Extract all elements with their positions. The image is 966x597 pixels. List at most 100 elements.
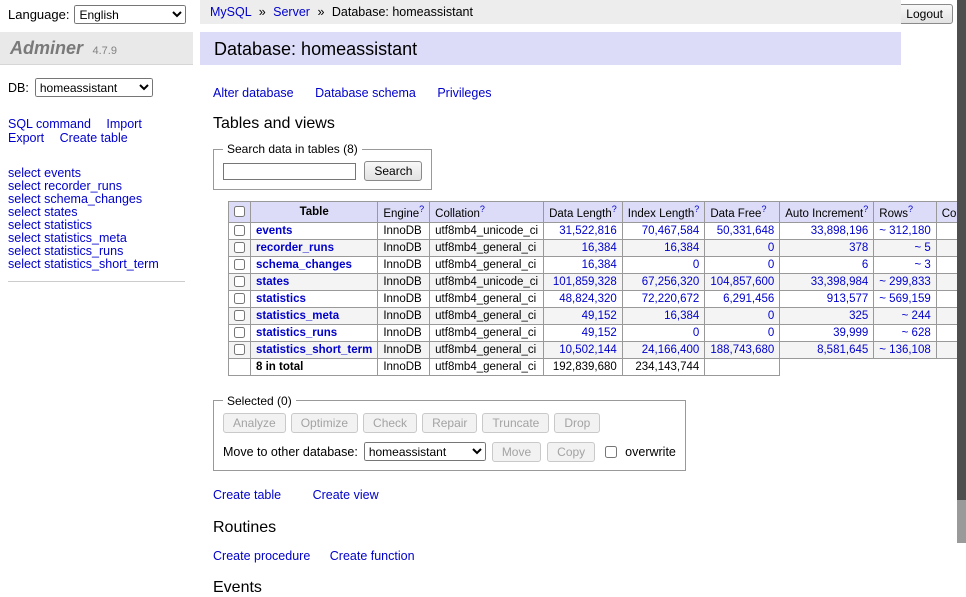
scrollbar[interactable]	[957, 0, 966, 543]
table-row: statistics_meta InnoDB utf8mb4_general_c…	[229, 307, 966, 324]
data-free-link[interactable]: 0	[768, 327, 774, 339]
rows-link[interactable]: ~ 312,180	[879, 225, 930, 237]
select-all-checkbox[interactable]	[234, 206, 245, 217]
repair-button[interactable]: Repair	[422, 413, 477, 433]
index-length-link[interactable]: 16,384	[664, 242, 699, 254]
data-length-link[interactable]: 49,152	[582, 310, 617, 322]
language-select[interactable]: English	[74, 5, 186, 24]
rows-link[interactable]: ~ 5	[914, 242, 930, 254]
rows-link[interactable]: ~ 3	[914, 259, 930, 271]
link-alter-database[interactable]: Alter database	[213, 86, 294, 100]
help-link[interactable]: ?	[694, 204, 699, 214]
data-length-link[interactable]: 31,522,816	[559, 225, 617, 237]
drop-button[interactable]: Drop	[554, 413, 600, 433]
overwrite-checkbox[interactable]	[605, 446, 617, 458]
row-checkbox[interactable]	[234, 225, 245, 236]
index-length-link[interactable]: 67,256,320	[642, 276, 700, 288]
auto-increment-link[interactable]: 33,398,984	[811, 276, 869, 288]
logout-button[interactable]: Logout	[896, 4, 953, 24]
index-length-link[interactable]: 16,384	[664, 310, 699, 322]
section-title-tables: Tables and views	[213, 115, 901, 133]
rows-link[interactable]: ~ 299,833	[879, 276, 930, 288]
data-length-link[interactable]: 16,384	[582, 259, 617, 271]
auto-increment-link[interactable]: 33,898,196	[811, 225, 869, 237]
optimize-button[interactable]: Optimize	[291, 413, 358, 433]
help-link[interactable]: ?	[761, 204, 766, 214]
move-db-select[interactable]: homeassistant	[364, 442, 486, 461]
row-checkbox[interactable]	[234, 327, 245, 338]
search-input[interactable]	[223, 163, 356, 180]
row-checkbox[interactable]	[234, 310, 245, 321]
data-length-link[interactable]: 49,152	[582, 327, 617, 339]
copy-button[interactable]: Copy	[547, 442, 595, 462]
data-free-link[interactable]: 0	[768, 242, 774, 254]
data-length-link[interactable]: 10,502,144	[559, 344, 617, 356]
link-privileges[interactable]: Privileges	[437, 86, 491, 100]
auto-increment-link[interactable]: 378	[849, 242, 868, 254]
engine-cell: InnoDB	[378, 273, 430, 290]
data-length-link[interactable]: 16,384	[582, 242, 617, 254]
table-name-link[interactable]: schema_changes	[256, 259, 352, 271]
db-select[interactable]: homeassistant	[35, 78, 153, 97]
index-length-link[interactable]: 0	[693, 259, 699, 271]
table-name-link[interactable]: events	[256, 225, 292, 237]
link-create-table[interactable]: Create table	[213, 488, 281, 502]
rows-link[interactable]: ~ 628	[902, 327, 931, 339]
link-database-schema[interactable]: Database schema	[315, 86, 416, 100]
search-button[interactable]: Search	[364, 161, 422, 181]
tables-table: Table Engine? Collation? Data Length? In…	[228, 201, 966, 376]
breadcrumb-link-server[interactable]: Server	[273, 5, 310, 19]
truncate-button[interactable]: Truncate	[482, 413, 549, 433]
sidebar-link-export[interactable]: Export	[8, 131, 44, 145]
index-length-link[interactable]: 70,467,584	[642, 225, 700, 237]
help-link[interactable]: ?	[908, 204, 913, 214]
link-create-view[interactable]: Create view	[313, 488, 379, 502]
auto-increment-link[interactable]: 325	[849, 310, 868, 322]
analyze-button[interactable]: Analyze	[223, 413, 286, 433]
table-name-link[interactable]: statistics	[256, 293, 306, 305]
data-free-link[interactable]: 6,291,456	[723, 293, 774, 305]
table-name-link[interactable]: recorder_runs	[256, 242, 334, 254]
table-name-link[interactable]: states	[256, 276, 289, 288]
rows-link[interactable]: ~ 244	[902, 310, 931, 322]
row-checkbox[interactable]	[234, 259, 245, 270]
sidebar-link-import[interactable]: Import	[106, 117, 141, 131]
index-length-link[interactable]: 0	[693, 327, 699, 339]
sidebar-link-create-table[interactable]: Create table	[60, 131, 128, 145]
auto-increment-link[interactable]: 6	[862, 259, 868, 271]
scrollbar-thumb[interactable]	[957, 0, 966, 500]
link-create-function[interactable]: Create function	[330, 549, 415, 563]
total-row: 8 in total InnoDB utf8mb4_general_ci 192…	[229, 358, 966, 375]
table-name-link[interactable]: statistics_runs	[256, 327, 337, 339]
move-button[interactable]: Move	[492, 442, 541, 462]
sidebar-link-sql-command[interactable]: SQL command	[8, 117, 91, 131]
row-checkbox[interactable]	[234, 293, 245, 304]
sidebar-select-link-statistics-short-term[interactable]: select statistics_short_term	[8, 258, 185, 271]
help-link[interactable]: ?	[419, 204, 424, 214]
auto-increment-link[interactable]: 8,581,645	[817, 344, 868, 356]
data-length-link[interactable]: 48,824,320	[559, 293, 617, 305]
help-link[interactable]: ?	[612, 204, 617, 214]
data-length-link[interactable]: 101,859,328	[553, 276, 617, 288]
auto-increment-link[interactable]: 39,999	[833, 327, 868, 339]
rows-link[interactable]: ~ 136,108	[879, 344, 930, 356]
breadcrumb-link-mysql[interactable]: MySQL	[210, 5, 251, 19]
row-checkbox[interactable]	[234, 344, 245, 355]
data-free-link[interactable]: 188,743,680	[710, 344, 774, 356]
data-free-link[interactable]: 0	[768, 310, 774, 322]
check-button[interactable]: Check	[363, 413, 417, 433]
row-checkbox[interactable]	[234, 276, 245, 287]
rows-link[interactable]: ~ 569,159	[879, 293, 930, 305]
index-length-link[interactable]: 24,166,400	[642, 344, 700, 356]
link-create-procedure[interactable]: Create procedure	[213, 549, 310, 563]
help-link[interactable]: ?	[480, 204, 485, 214]
data-free-link[interactable]: 0	[768, 259, 774, 271]
help-link[interactable]: ?	[863, 204, 868, 214]
table-name-link[interactable]: statistics_short_term	[256, 344, 372, 356]
table-name-link[interactable]: statistics_meta	[256, 310, 339, 322]
index-length-link[interactable]: 72,220,672	[642, 293, 700, 305]
data-free-link[interactable]: 50,331,648	[717, 225, 775, 237]
row-checkbox[interactable]	[234, 242, 245, 253]
auto-increment-link[interactable]: 913,577	[827, 293, 869, 305]
data-free-link[interactable]: 104,857,600	[710, 276, 774, 288]
